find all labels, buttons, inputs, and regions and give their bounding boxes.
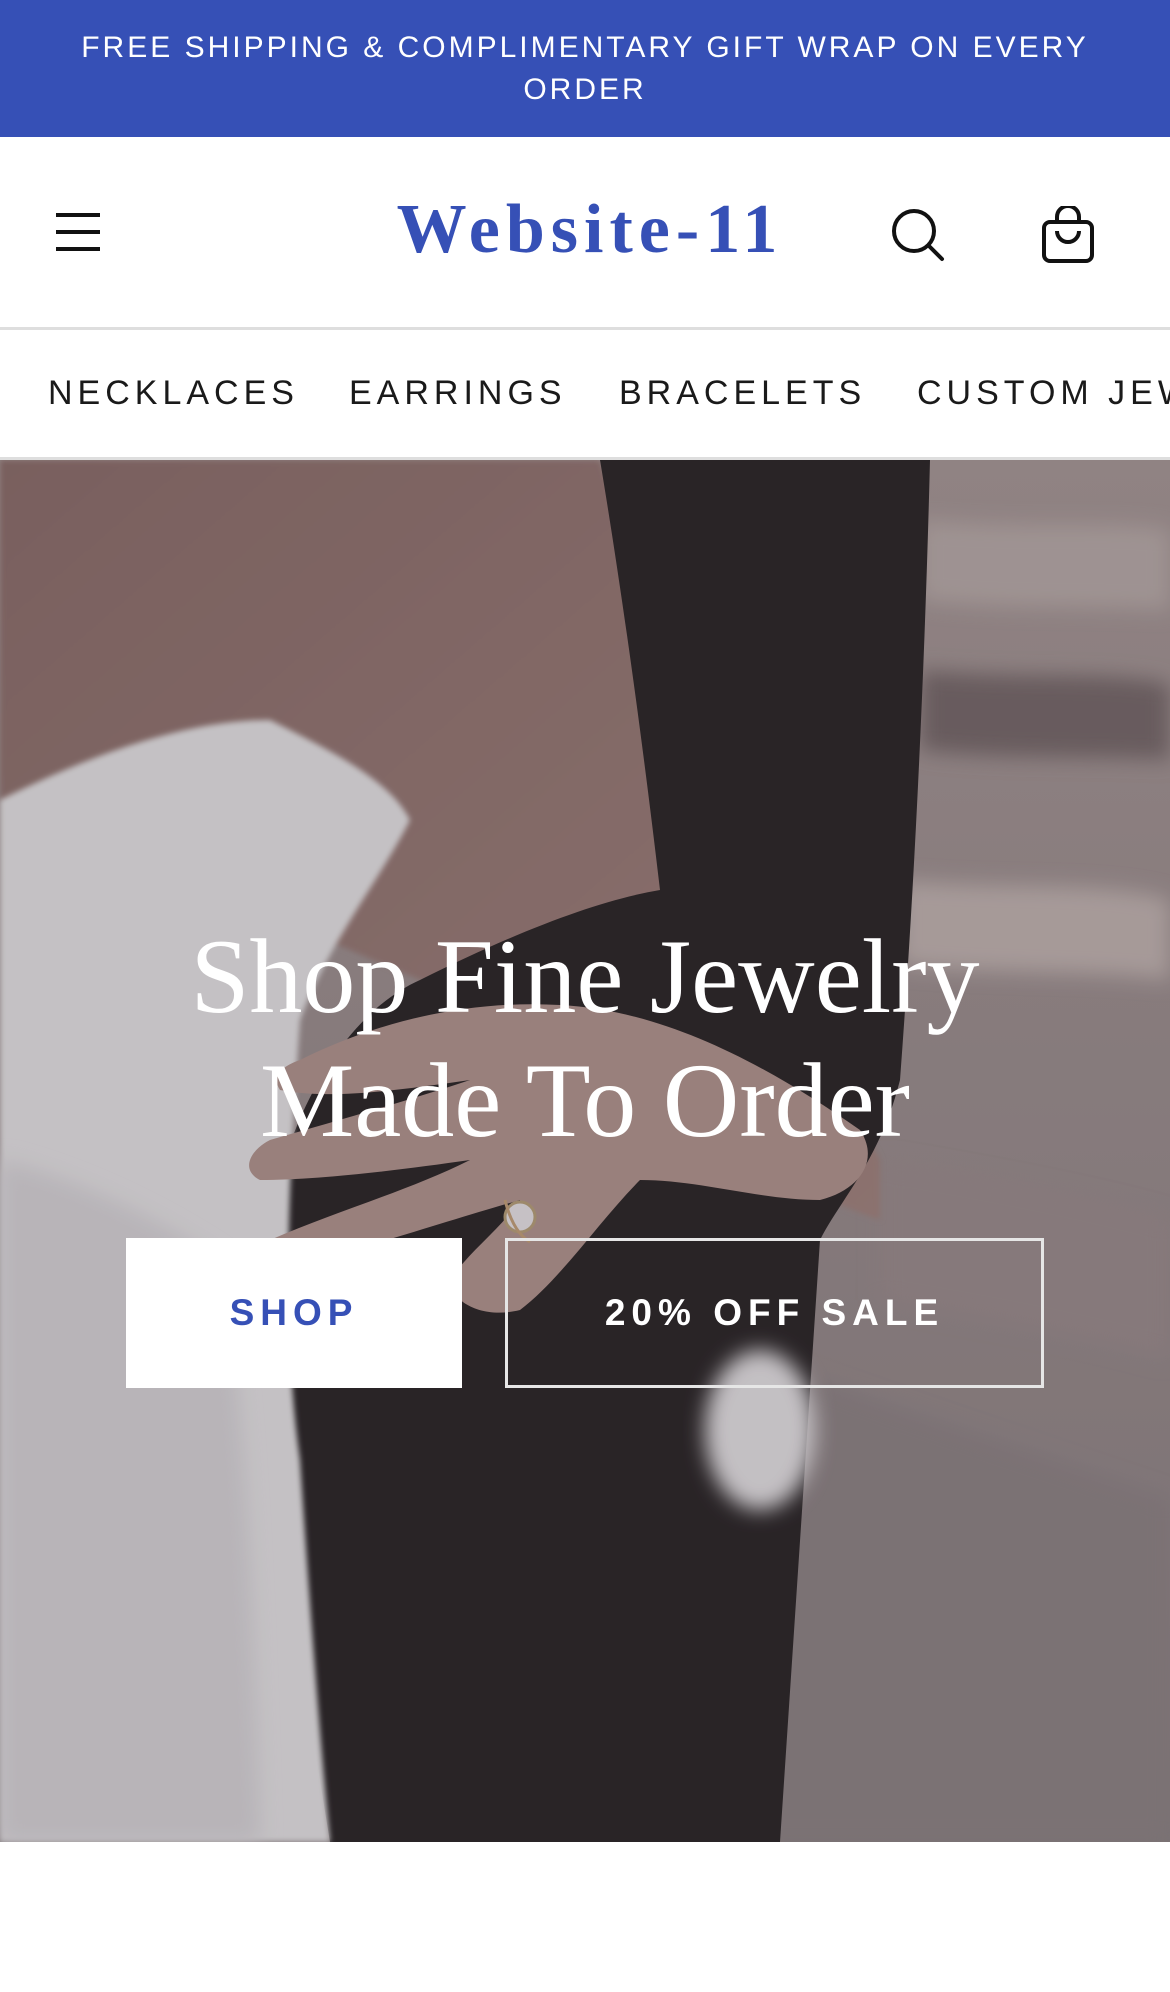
sale-button[interactable]: 20% OFF SALE <box>505 1238 1044 1388</box>
shop-button[interactable]: SHOP <box>126 1238 462 1388</box>
hero-title: Shop Fine Jewelry Made To Order <box>85 915 1085 1163</box>
site-header: Website-11 <box>0 137 1170 330</box>
hero-banner: Shop Fine Jewelry Made To Order SHOP 20%… <box>0 460 1170 1842</box>
hamburger-menu-icon <box>56 213 100 251</box>
category-necklaces[interactable]: NECKLACES <box>48 330 299 457</box>
announcement-bar: FREE SHIPPING & COMPLIMENTARY GIFT WRAP … <box>0 0 1170 137</box>
shopping-bag-icon <box>1042 206 1094 263</box>
search-button[interactable] <box>880 197 956 273</box>
announcement-text: FREE SHIPPING & COMPLIMENTARY GIFT WRAP … <box>81 27 1089 111</box>
category-earrings[interactable]: EARRINGS <box>349 330 567 457</box>
hero-title-line-1: Shop Fine Jewelry <box>190 918 980 1035</box>
announcement-line-2: ORDER <box>523 72 647 106</box>
content-below-hero <box>0 1842 1170 1992</box>
cart-button[interactable] <box>1030 197 1106 273</box>
site-logo[interactable]: Website-11 <box>385 185 795 275</box>
category-bracelets[interactable]: BRACELETS <box>619 330 866 457</box>
announcement-line-1: FREE SHIPPING & COMPLIMENTARY GIFT WRAP … <box>81 30 1089 64</box>
hero-title-line-2: Made To Order <box>260 1042 910 1159</box>
category-custom-jewelry[interactable]: CUSTOM JEWELRY <box>917 330 1170 457</box>
search-icon <box>892 209 944 261</box>
menu-button[interactable] <box>40 197 116 267</box>
category-nav: NECKLACES EARRINGS BRACELETS CUSTOM JEWE… <box>0 330 1170 460</box>
